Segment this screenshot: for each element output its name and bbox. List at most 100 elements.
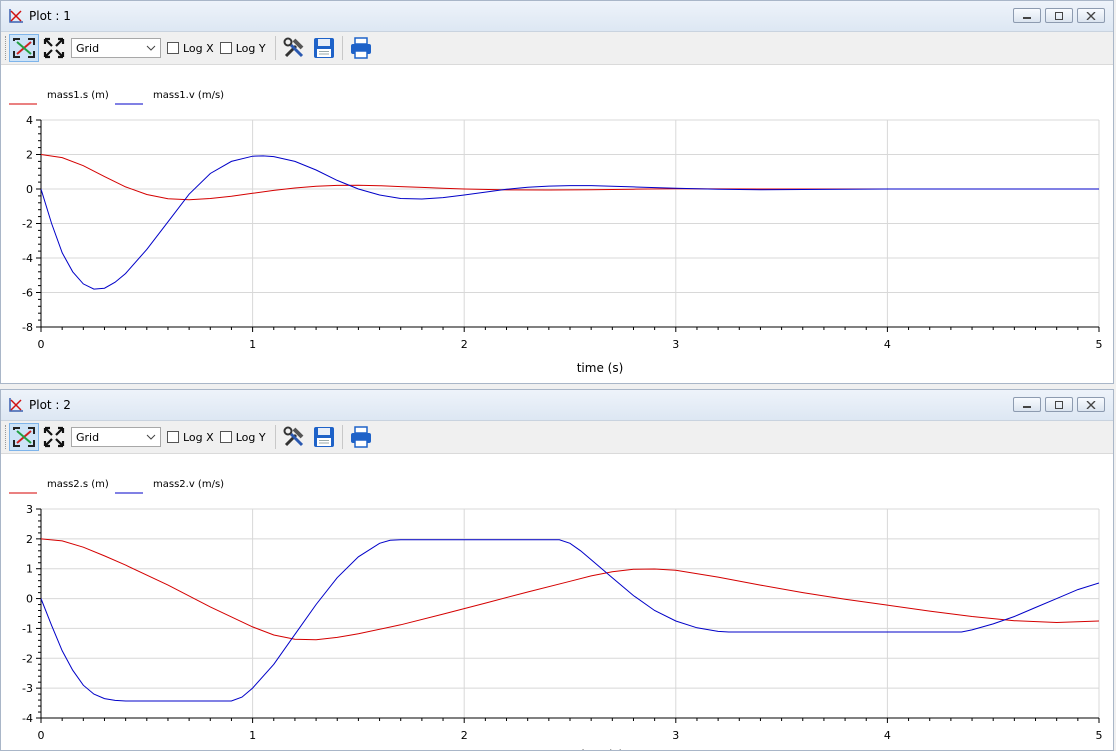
toolbar-separator (341, 425, 343, 449)
setup-button[interactable] (279, 423, 309, 451)
line-chart[interactable]: -4-3-2-10123012345time (s)mass2.s (m)mas… (1, 454, 1113, 751)
legend-label: mass1.s (m) (47, 90, 109, 101)
log-x-label: Log X (183, 430, 214, 444)
y-tick-label: 2 (26, 533, 33, 546)
restore-button[interactable] (1045, 397, 1073, 412)
tools-icon (283, 426, 303, 447)
checkbox-box[interactable] (167, 42, 179, 54)
toolbar-separator (274, 425, 276, 449)
x-axis-label: time (s) (577, 361, 624, 375)
y-tick-label: -3 (22, 682, 33, 695)
title-bar[interactable]: Plot : 1 (1, 1, 1113, 32)
legend-label: mass2.v (m/s) (153, 479, 224, 490)
x-tick-label: 5 (1096, 338, 1103, 351)
plot-window-2: Plot : 2 Grid Log X Log Y -4 -3 -2 -1 0 … (0, 389, 1114, 751)
minimize-icon (1023, 16, 1031, 19)
fit-in-view-button[interactable] (9, 34, 39, 62)
grid-select[interactable]: Grid (71, 427, 161, 447)
window-title: Plot : 1 (29, 9, 71, 23)
checkbox-box[interactable] (219, 42, 232, 54)
zoom-button[interactable] (39, 34, 69, 62)
plot-area[interactable]: -8 -6 -4 -2 0 2 4 0 1 2 3 4 5 time (s) mass1.s (m) mass… (1, 65, 1113, 384)
save-button[interactable] (309, 423, 339, 451)
y-tick-label: 1 (26, 563, 33, 576)
plot-toolbar: Grid Log X Log Y (1, 421, 1113, 454)
x-tick-label: 4 (884, 729, 891, 742)
x-tick-label: 0 (38, 729, 45, 742)
y-tick-label: -2 (22, 218, 33, 231)
y-tick-label: 3 (26, 503, 33, 516)
y-tick-label: -4 (22, 252, 33, 265)
x-tick-label: 1 (249, 729, 256, 742)
minimize-button[interactable] (1013, 8, 1041, 23)
log-y-label: Log Y (235, 41, 266, 55)
log-y-checkbox[interactable]: Log Y (219, 430, 266, 444)
zoom-button[interactable] (39, 423, 69, 451)
expand-arrows-icon (43, 37, 65, 59)
grid-select[interactable]: Grid (71, 38, 161, 58)
close-button[interactable] (1077, 397, 1105, 412)
window-title: Plot : 2 (29, 398, 71, 412)
checkbox-box[interactable] (219, 431, 232, 443)
printer-icon (350, 426, 371, 448)
y-tick-label: -6 (22, 287, 33, 300)
print-button[interactable] (346, 34, 376, 62)
plot-app-icon (9, 9, 23, 23)
plot-area[interactable]: -4-3-2-10123012345time (s)mass2.s (m)mas… (1, 454, 1113, 751)
line-chart[interactable]: -8 -6 -4 -2 0 2 4 0 1 2 3 4 5 time (s) mass1.s (m) mass… (1, 65, 1113, 384)
toolbar-separator (341, 36, 343, 60)
toolbar-separator (274, 36, 276, 60)
plot-app-icon (9, 398, 23, 412)
x-tick-label: 3 (672, 338, 679, 351)
chevron-down-icon (146, 434, 156, 440)
y-tick-label: 4 (26, 114, 33, 127)
x-tick-label: 2 (461, 729, 468, 742)
close-icon (1086, 400, 1096, 409)
printer-icon (350, 37, 371, 59)
restore-button[interactable] (1045, 8, 1073, 23)
close-icon (1086, 11, 1096, 20)
y-tick-label: 0 (26, 183, 33, 196)
fit-in-view-icon (13, 38, 35, 58)
log-x-label: Log X (183, 41, 214, 55)
log-x-checkbox[interactable]: Log X (167, 431, 214, 444)
x-tick-label: 1 (249, 338, 256, 351)
y-tick-label: 2 (26, 149, 33, 162)
setup-button[interactable] (279, 34, 309, 62)
save-button[interactable] (309, 34, 339, 62)
minimize-icon (1023, 405, 1031, 408)
x-tick-label: 0 (38, 338, 45, 351)
x-tick-label: 2 (461, 338, 468, 351)
restore-icon (1055, 400, 1063, 409)
fit-in-view-icon (13, 427, 35, 447)
save-icon (313, 427, 334, 447)
log-y-checkbox[interactable]: Log Y (219, 41, 266, 55)
series-line (41, 539, 1099, 702)
minimize-button[interactable] (1013, 397, 1041, 412)
log-y-label: Log Y (235, 430, 266, 444)
series-line (41, 538, 1099, 641)
fit-in-view-button[interactable] (9, 423, 39, 451)
x-tick-label: 5 (1096, 729, 1103, 742)
title-bar[interactable]: Plot : 2 (1, 390, 1113, 421)
save-icon (313, 38, 334, 58)
y-tick-label: -8 (22, 321, 33, 334)
y-tick-label: -4 (22, 712, 33, 725)
series-line (41, 155, 1099, 290)
plot-toolbar: Grid Log X Log Y (1, 32, 1113, 65)
y-tick-label: -2 (22, 652, 33, 665)
restore-icon (1055, 11, 1063, 20)
x-tick-label: 3 (672, 729, 679, 742)
y-tick-label: 0 (26, 593, 33, 606)
grid-select-value: Grid (76, 41, 100, 55)
legend-label: mass2.s (m) (47, 479, 109, 490)
legend-label: mass1.v (m/s) (153, 90, 224, 101)
plot-window-1: Plot : 1 Grid Log X Log Y -8 -6 -4 -2 0 … (0, 0, 1114, 384)
chevron-down-icon (146, 45, 156, 51)
checkbox-box[interactable] (167, 431, 179, 443)
tools-icon (283, 37, 303, 58)
log-x-checkbox[interactable]: Log X (167, 42, 214, 55)
expand-arrows-icon (43, 426, 65, 448)
print-button[interactable] (346, 423, 376, 451)
close-button[interactable] (1077, 8, 1105, 23)
